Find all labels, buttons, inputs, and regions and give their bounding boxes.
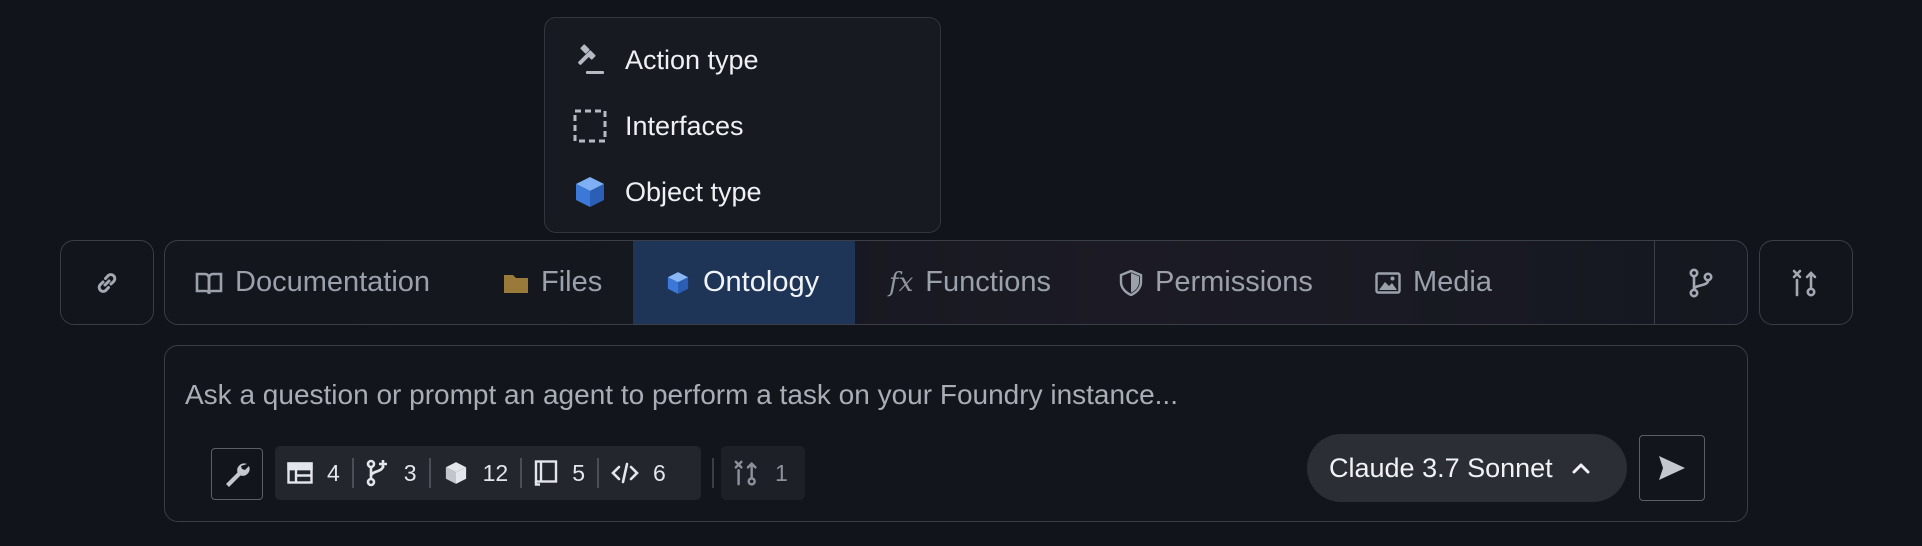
- chip-count: 12: [482, 459, 509, 486]
- code-icon: [611, 462, 639, 484]
- tab-label: Files: [541, 266, 603, 298]
- tab-media[interactable]: Media: [1375, 241, 1492, 324]
- send-button[interactable]: [1639, 435, 1705, 501]
- cube-icon: [665, 270, 691, 296]
- send-icon: [1657, 454, 1687, 482]
- context-chip-code[interactable]: 6: [599, 446, 678, 500]
- git-branch-icon: [366, 459, 390, 487]
- context-chip-group: 4 3 12 5 6: [275, 446, 701, 500]
- tab-documentation[interactable]: Documentation: [195, 241, 430, 324]
- tab-label: Ontology: [703, 266, 820, 298]
- context-chip-notebooks[interactable]: 5: [522, 446, 597, 500]
- tab-functions[interactable]: fx Functions: [889, 241, 1051, 324]
- tab-files[interactable]: Files: [503, 241, 602, 324]
- chip-count: 3: [403, 459, 417, 486]
- link-icon: [93, 269, 121, 297]
- divider: [712, 458, 714, 488]
- context-tab-bar: Documentation Files Ontology fx Function…: [164, 240, 1748, 325]
- notebook-icon: [534, 460, 558, 486]
- tools-button[interactable]: [211, 448, 263, 500]
- book-icon: [195, 270, 223, 296]
- chip-count: 1: [775, 459, 788, 486]
- shield-icon: [1119, 269, 1143, 296]
- git-merge-icon: [1791, 268, 1821, 298]
- context-chip-tables[interactable]: 4: [275, 446, 352, 500]
- context-chip-branches[interactable]: 3: [354, 446, 429, 500]
- context-chip-merges[interactable]: 1: [721, 446, 805, 500]
- prompt-box: 4 3 12: [164, 345, 1748, 522]
- chip-count: 4: [327, 459, 340, 486]
- dashed-square-icon: [571, 107, 609, 145]
- context-chip-objects[interactable]: 12: [431, 446, 521, 500]
- chip-count: 5: [572, 459, 585, 486]
- menu-item-label: Interfaces: [625, 110, 744, 141]
- model-label: Claude 3.7 Sonnet: [1329, 452, 1553, 483]
- cube-icon: [571, 173, 609, 211]
- ontology-dropdown-menu: Action type Interfaces Object type: [544, 17, 941, 233]
- cube-icon: [443, 460, 469, 486]
- tab-label: Documentation: [235, 266, 431, 298]
- menu-item-object-type[interactable]: Object type: [571, 170, 762, 214]
- folder-icon: [503, 272, 529, 294]
- function-icon: fx: [889, 267, 914, 298]
- link-button[interactable]: [60, 240, 154, 325]
- menu-item-label: Object type: [625, 176, 762, 207]
- tab-label: Functions: [925, 266, 1052, 298]
- gavel-icon: [571, 41, 609, 79]
- menu-item-action-type[interactable]: Action type: [571, 38, 759, 82]
- tab-permissions[interactable]: Permissions: [1119, 241, 1313, 324]
- menu-item-label: Action type: [625, 44, 759, 75]
- image-icon: [1375, 271, 1401, 294]
- prompt-input[interactable]: [183, 372, 1687, 418]
- tab-ontology[interactable]: Ontology: [633, 241, 855, 324]
- chevron-up-icon: [1571, 461, 1591, 475]
- table-icon: [287, 462, 313, 484]
- model-selector[interactable]: Claude 3.7 Sonnet: [1307, 434, 1627, 502]
- git-merge-icon: [733, 459, 761, 487]
- branch-button[interactable]: [1654, 241, 1747, 324]
- chip-count: 6: [652, 459, 666, 486]
- tab-label: Permissions: [1155, 266, 1313, 298]
- menu-item-interfaces[interactable]: Interfaces: [571, 104, 744, 148]
- merge-button[interactable]: [1759, 240, 1853, 325]
- wrench-icon: [222, 459, 252, 489]
- tab-label: Media: [1413, 266, 1492, 298]
- git-branch-icon: [1688, 267, 1714, 298]
